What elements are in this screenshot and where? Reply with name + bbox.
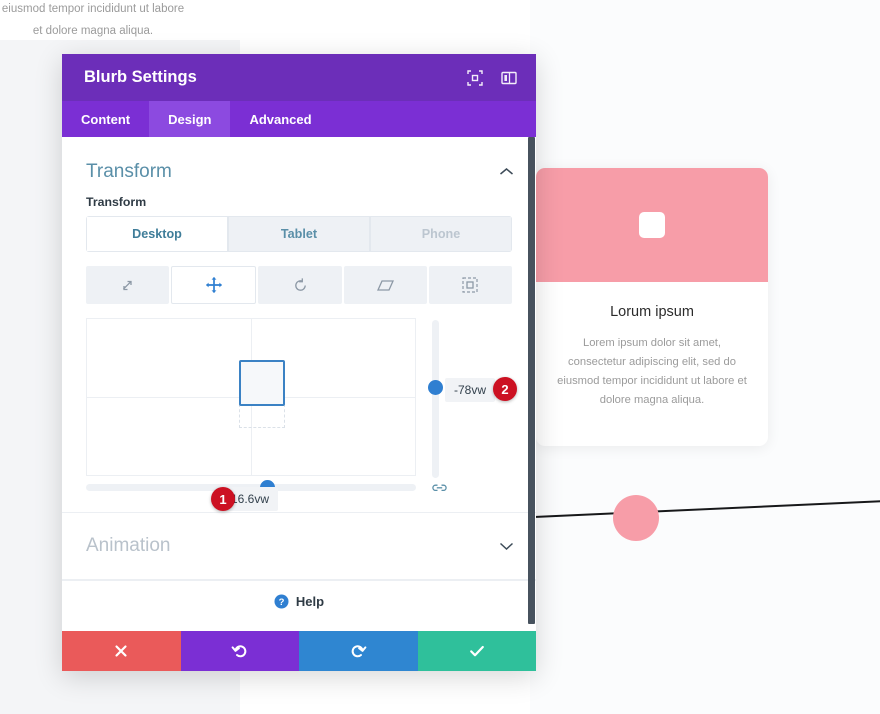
transform-section-title: Transform: [86, 161, 172, 182]
help-bar[interactable]: ? Help: [62, 580, 536, 622]
rotate-icon[interactable]: [258, 266, 342, 304]
modal-footer: [62, 631, 536, 671]
modal-header-actions: [464, 67, 520, 89]
modal-scrollbar[interactable]: [528, 137, 535, 624]
help-question-icon: ?: [274, 594, 289, 609]
skew-icon[interactable]: [343, 266, 427, 304]
save-button[interactable]: [417, 631, 536, 671]
original-position-outline: [239, 404, 285, 428]
modal-header: Blurb Settings: [62, 54, 536, 101]
panel-layout-icon[interactable]: [498, 67, 520, 89]
transform-canvas-area: [86, 318, 512, 495]
focus-frame-icon[interactable]: [464, 67, 486, 89]
vertical-slider-handle[interactable]: [428, 380, 443, 395]
badge-1: 1: [211, 487, 235, 511]
background-text-card: eiusmod tempor incididunt ut labore et d…: [0, 0, 226, 40]
redo-button[interactable]: [299, 631, 418, 671]
transform-mode-group: [86, 266, 513, 304]
origin-icon[interactable]: [428, 266, 513, 304]
animation-section-title: Animation: [86, 535, 171, 556]
vertical-value-tooltip: -78vw: [445, 378, 496, 402]
undo-button[interactable]: [180, 631, 299, 671]
rounded-square-icon: [639, 212, 665, 238]
blurb-body: Lorum ipsum Lorem ipsum dolor sit amet, …: [536, 282, 768, 410]
svg-text:?: ?: [279, 597, 285, 608]
badge-2: 2: [493, 377, 517, 401]
transformed-element-handle[interactable]: [239, 360, 285, 406]
transform-section-header[interactable]: Transform: [62, 137, 536, 183]
tab-advanced[interactable]: Advanced: [230, 101, 330, 137]
blurb-preview-card[interactable]: Lorum ipsum Lorem ipsum dolor sit amet, …: [536, 168, 768, 446]
chevron-up-icon[interactable]: [499, 165, 514, 180]
blurb-image-area: [536, 168, 768, 282]
screen-root: eiusmod tempor incididunt ut labore et d…: [0, 0, 880, 714]
background-text-line-1: eiusmod tempor incididunt ut labore: [1, 3, 185, 15]
device-toggle-group: Desktop Tablet Phone: [86, 216, 512, 252]
animation-section-header[interactable]: Animation: [62, 513, 536, 579]
blurb-settings-modal: Blurb Settings Content Design Advanced T…: [62, 54, 536, 671]
blurb-description: Lorem ipsum dolor sit amet, consectetur …: [557, 337, 747, 406]
transform-field-label: Transform: [86, 195, 147, 209]
device-phone[interactable]: Phone: [370, 216, 512, 252]
device-desktop[interactable]: Desktop: [86, 216, 228, 252]
device-tablet[interactable]: Tablet: [228, 216, 370, 252]
vertical-slider-track[interactable]: [432, 320, 439, 478]
chevron-down-icon[interactable]: [499, 539, 514, 554]
background-text-line-2: et dolore magna aliqua.: [32, 25, 154, 37]
page-title: Blurb Settings: [84, 68, 197, 86]
decorative-circle: [613, 495, 659, 541]
transform-canvas[interactable]: [86, 318, 416, 476]
move-icon[interactable]: [171, 266, 257, 304]
help-label: Help: [295, 594, 325, 609]
blurb-title: Lorum ipsum: [610, 304, 694, 320]
scale-icon[interactable]: [86, 266, 170, 304]
tab-content[interactable]: Content: [62, 101, 149, 137]
tab-design[interactable]: Design: [149, 101, 231, 137]
link-chain-icon[interactable]: [431, 481, 448, 501]
modal-tab-bar: Content Design Advanced: [62, 101, 536, 137]
cancel-button[interactable]: [62, 631, 181, 671]
